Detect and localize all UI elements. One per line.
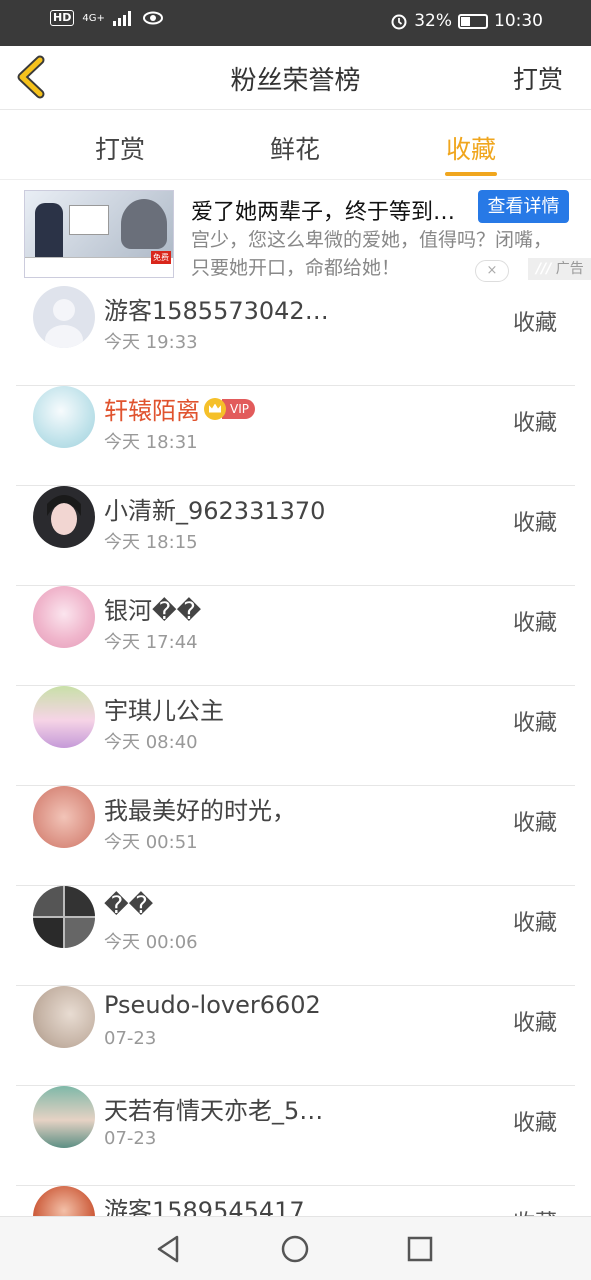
fan-time: 今天 00:51 (104, 832, 198, 853)
tab-bar: 打赏 鲜花 收藏 (0, 110, 591, 180)
list-item[interactable]: 我最美好的时光， 今天 00:51 收藏 (0, 786, 591, 886)
ad-label-text: 广告 (555, 261, 584, 277)
home-circle-icon[interactable] (279, 1233, 311, 1265)
system-nav-bar (0, 1216, 591, 1280)
active-tab-indicator (445, 172, 497, 176)
ad-thumbnail[interactable]: 免费 (24, 190, 174, 278)
vip-badge: VIP (222, 398, 255, 419)
fan-name: �� (104, 891, 154, 919)
fan-list: 游客1585573042… 今天 19:33 收藏 轩辕陌离 VIP 今天 18… (0, 286, 591, 1280)
avatar[interactable] (33, 486, 95, 548)
page-title: 粉丝荣誉榜 (230, 66, 361, 96)
hd-indicator: HD (50, 10, 75, 26)
tab-flowers[interactable]: 鲜花 (245, 130, 345, 166)
list-item[interactable]: 天若有情天亦老_5… 07-23 收藏 (0, 1086, 591, 1186)
fan-name: 我最美好的时光， (104, 797, 296, 825)
fan-action: 收藏 (512, 611, 557, 636)
ad-free-tag: 免费 (151, 251, 171, 264)
fan-action: 收藏 (512, 311, 557, 336)
fan-action: 收藏 (512, 1111, 557, 1136)
list-item[interactable]: Pseudo-lover6602 07-23 收藏 (0, 986, 591, 1086)
avatar[interactable] (33, 986, 95, 1048)
list-item[interactable]: 银河�� 今天 17:44 收藏 (0, 586, 591, 686)
fan-name: 天若有情天亦老_5… (104, 1097, 324, 1125)
fan-action: 收藏 (512, 711, 557, 736)
fan-name: Pseudo-lover6602 (104, 991, 321, 1019)
fan-time: 07-23 (104, 1128, 157, 1149)
fan-time: 07-23 (104, 1028, 157, 1049)
fan-time: 今天 18:15 (104, 532, 198, 553)
fan-action: 收藏 (512, 911, 557, 936)
ad-close-button[interactable]: × (475, 260, 509, 282)
ad-brand-icon: /// (536, 261, 552, 277)
avatar[interactable] (33, 886, 95, 948)
battery-icon (458, 13, 488, 29)
ad-banner[interactable]: 免费 爱了她两辈子，终于等到… 查看详情 宫少，您这么卑微的爱她，值得吗？闭嘴，… (0, 182, 591, 286)
fan-time: 今天 19:33 (104, 332, 198, 353)
fan-action: 收藏 (512, 811, 557, 836)
fan-name: 小清新_962331370 (104, 497, 326, 525)
alarm-icon (391, 14, 407, 30)
fan-action: 收藏 (512, 511, 557, 536)
battery-percent: 32% (414, 11, 452, 31)
signal-icon (112, 11, 131, 26)
avatar[interactable] (33, 1086, 95, 1148)
fan-time: 今天 00:06 (104, 932, 198, 953)
ad-label: /// 广告 (528, 258, 591, 280)
back-triangle-icon[interactable] (153, 1233, 185, 1265)
fan-name: 银河�� (104, 597, 202, 625)
fan-name: 宇琪儿公主 (104, 697, 224, 725)
avatar[interactable] (33, 386, 95, 448)
avatar[interactable] (33, 686, 95, 748)
network-type: 4G+ (82, 12, 105, 24)
avatar[interactable] (33, 286, 95, 348)
fan-name: 轩辕陌离 (104, 397, 200, 425)
list-item[interactable]: 轩辕陌离 VIP 今天 18:31 收藏 (0, 386, 591, 486)
status-bar: HD 4G+ 32% 10:30 (0, 0, 591, 46)
list-item[interactable]: �� 今天 00:06 收藏 (0, 886, 591, 986)
reward-button[interactable]: 打赏 (513, 60, 563, 96)
eye-icon (142, 11, 163, 25)
tab-favorites[interactable]: 收藏 (421, 130, 521, 166)
tab-reward[interactable]: 打赏 (70, 130, 170, 166)
fan-time: 今天 18:31 (104, 432, 198, 453)
avatar[interactable] (33, 586, 95, 648)
avatar[interactable] (33, 786, 95, 848)
crown-icon (204, 397, 226, 420)
title-bar: 粉丝荣誉榜 打赏 (0, 46, 591, 110)
fan-action: 收藏 (512, 1011, 557, 1036)
fan-action: 收藏 (512, 411, 557, 436)
recents-square-icon[interactable] (404, 1233, 436, 1265)
fan-time: 今天 17:44 (104, 632, 198, 653)
ad-details-button[interactable]: 查看详情 (478, 190, 569, 223)
list-item[interactable]: 宇琪儿公主 今天 08:40 收藏 (0, 686, 591, 786)
fan-time: 今天 08:40 (104, 732, 198, 753)
ad-title[interactable]: 爱了她两辈子，终于等到… (191, 194, 476, 226)
clock: 10:30 (494, 11, 543, 31)
list-item[interactable]: 游客1585573042… 今天 19:33 收藏 (0, 286, 591, 386)
list-item[interactable]: 小清新_962331370 今天 18:15 收藏 (0, 486, 591, 586)
fan-name: 游客1585573042… (104, 297, 329, 325)
